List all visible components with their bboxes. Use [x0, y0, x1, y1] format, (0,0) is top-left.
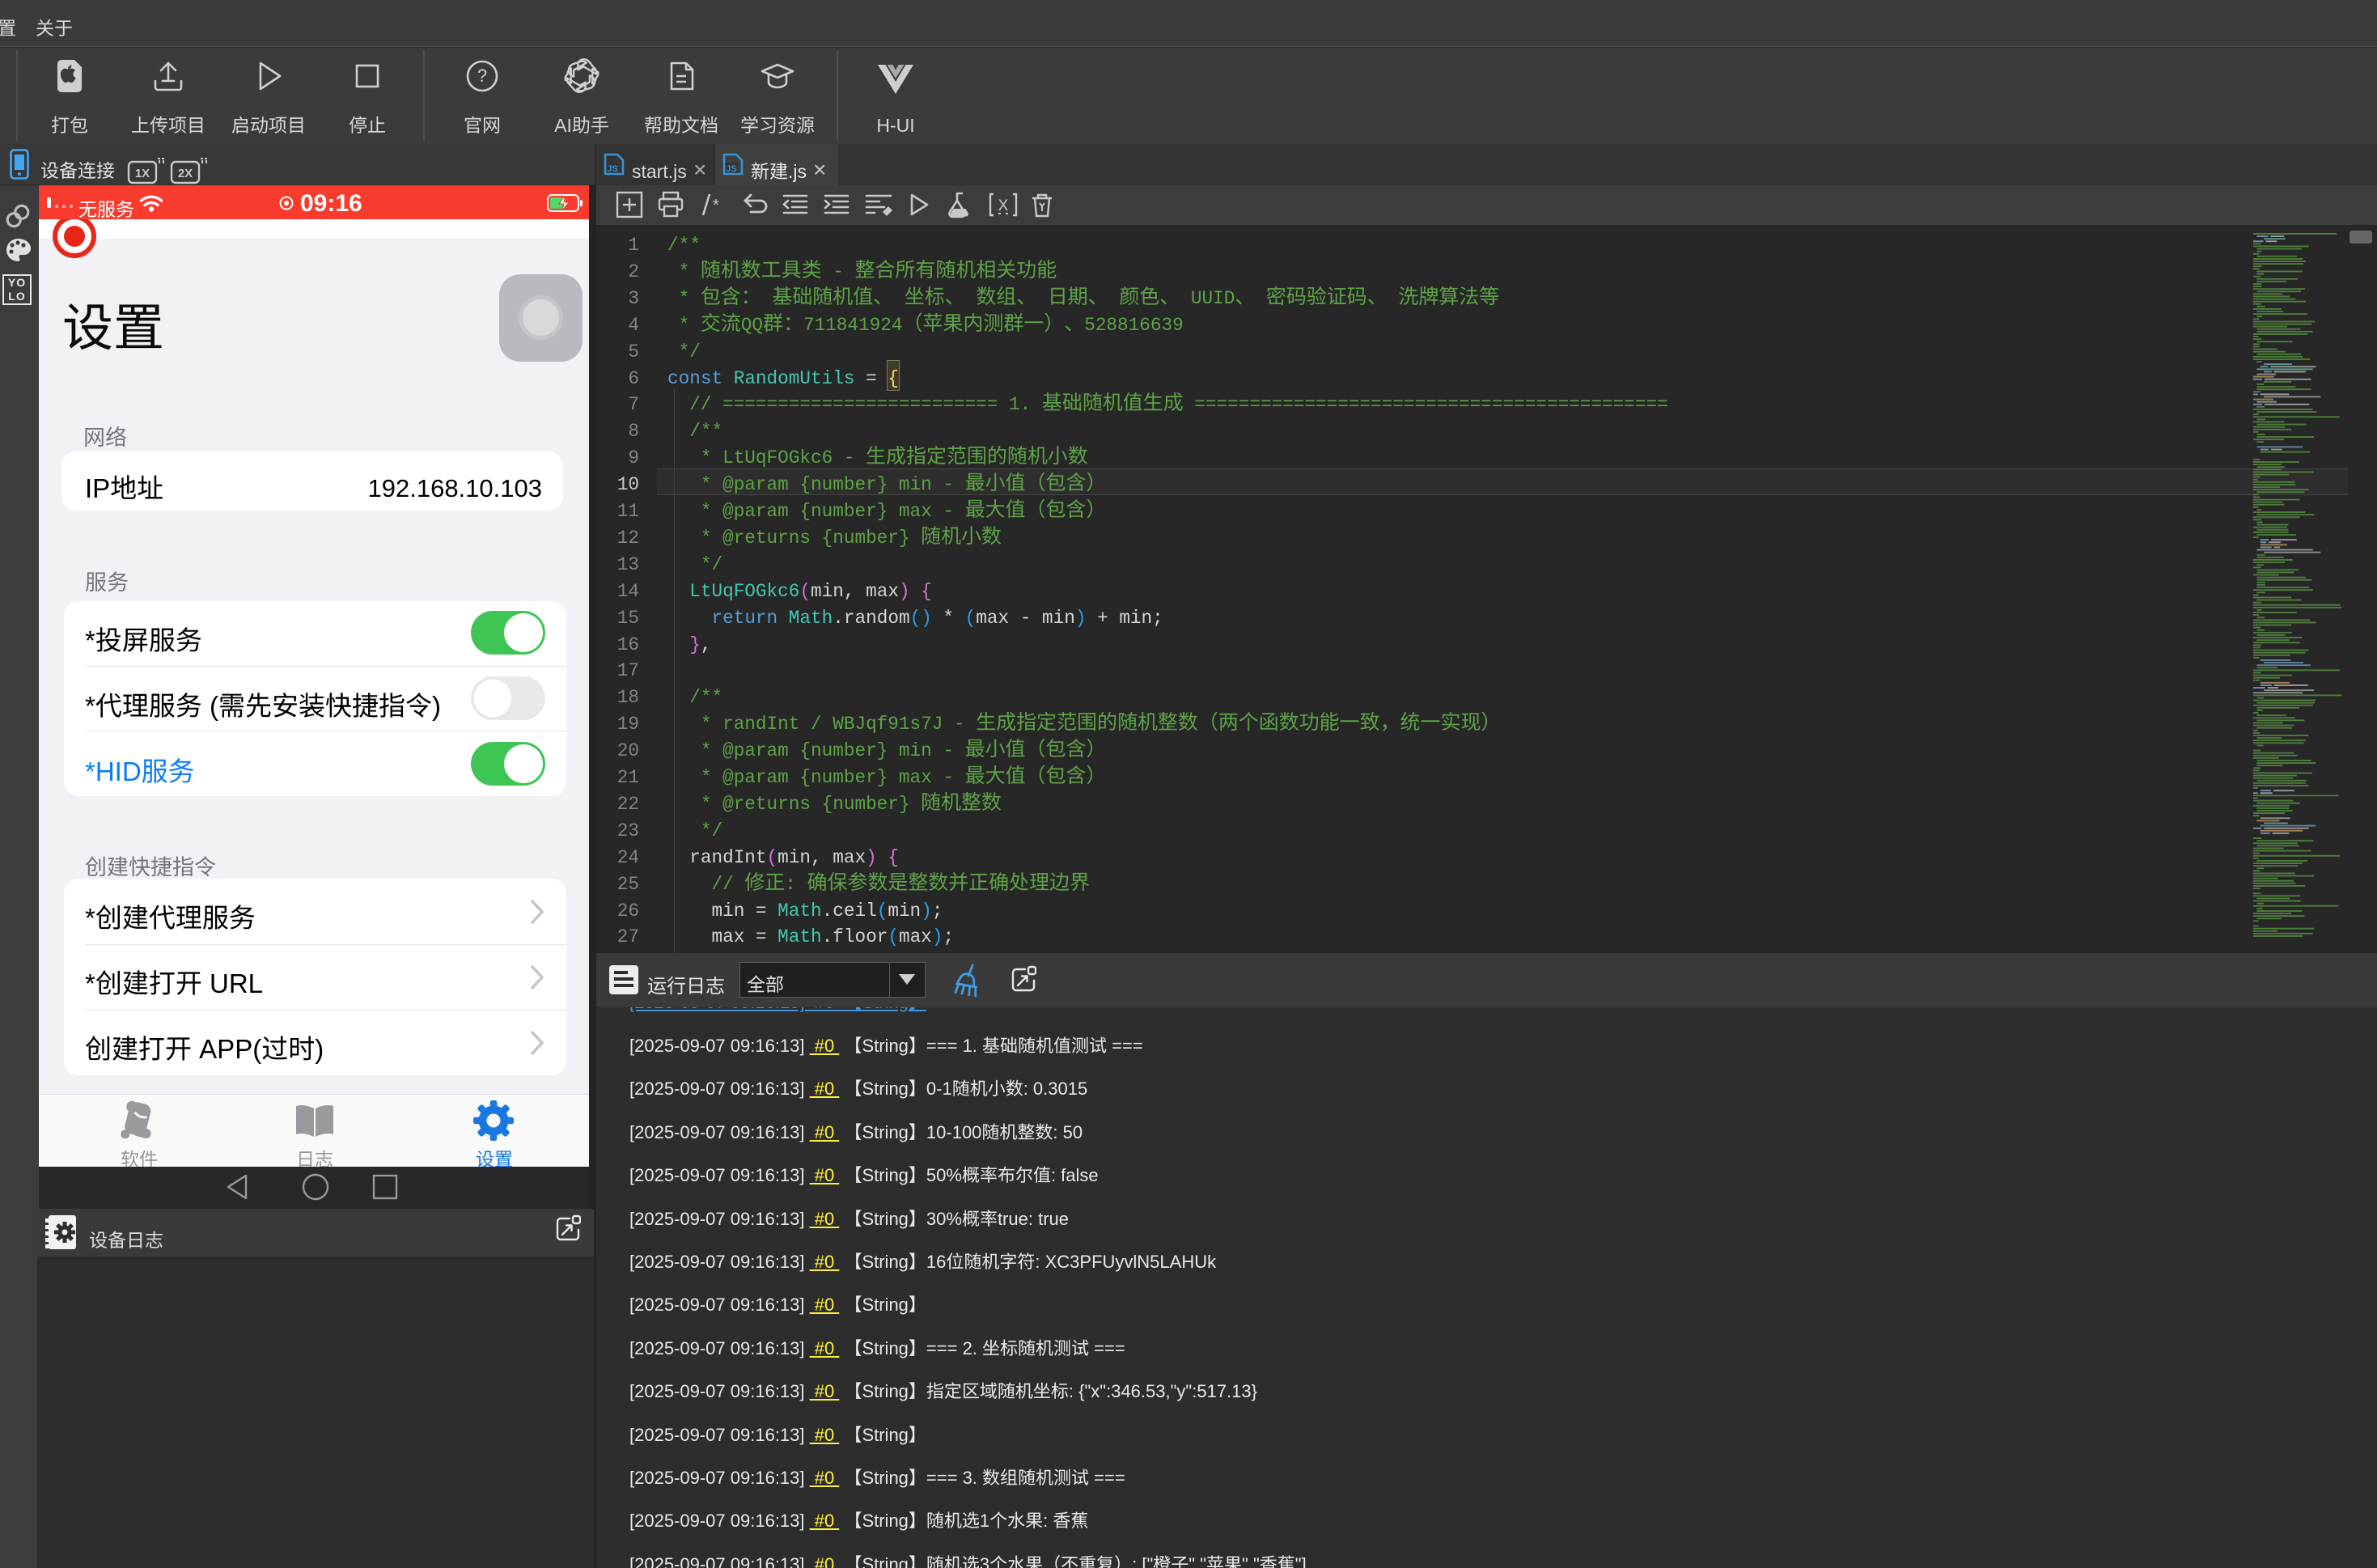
- svg-text:*: *: [713, 197, 719, 214]
- svg-text:2X: 2X: [178, 167, 193, 180]
- svg-text:JS: JS: [726, 164, 736, 174]
- svg-text:JS: JS: [607, 164, 617, 174]
- svg-text:1X: 1X: [135, 167, 150, 180]
- svg-text:?: ?: [477, 66, 487, 86]
- svg-text:X: X: [998, 197, 1009, 214]
